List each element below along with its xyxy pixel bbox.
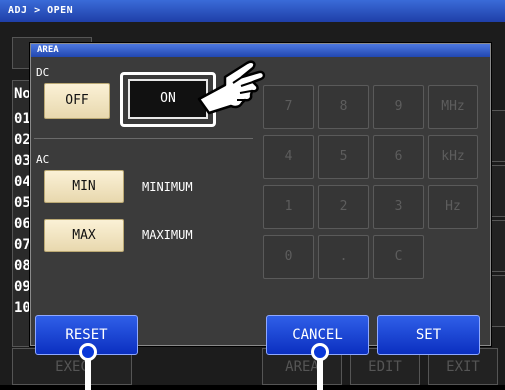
keypad-khz: kHz bbox=[428, 135, 478, 179]
dc-off-button[interactable]: OFF bbox=[44, 83, 110, 119]
keypad-7: 7 bbox=[263, 85, 314, 129]
ac-max-button[interactable]: MAX bbox=[44, 219, 124, 252]
keypad-0: 0 bbox=[263, 235, 314, 279]
section-divider bbox=[34, 138, 253, 139]
keypad-1: 1 bbox=[263, 185, 314, 229]
keypad-clear: C bbox=[373, 235, 424, 279]
callout-marker-cancel bbox=[311, 343, 329, 361]
keypad-hz: Hz bbox=[428, 185, 478, 229]
callout-marker-reset bbox=[79, 343, 97, 361]
set-button[interactable]: SET bbox=[377, 315, 480, 355]
pointing-hand-icon bbox=[197, 60, 266, 115]
keypad-2: 2 bbox=[318, 185, 369, 229]
ac-max-description: MAXIMUM bbox=[142, 228, 193, 242]
keypad-8: 8 bbox=[318, 85, 369, 129]
keypad-6: 6 bbox=[373, 135, 424, 179]
ac-min-description: MINIMUM bbox=[142, 180, 193, 194]
keypad-9: 9 bbox=[373, 85, 424, 129]
keypad-4: 4 bbox=[263, 135, 314, 179]
ac-min-button[interactable]: MIN bbox=[44, 170, 124, 203]
keypad-5: 5 bbox=[318, 135, 369, 179]
breadcrumb: ADJ > OPEN bbox=[0, 0, 505, 22]
keypad-decimal: . bbox=[318, 235, 369, 279]
keypad-mhz: MHz bbox=[428, 85, 478, 129]
keypad-3: 3 bbox=[373, 185, 424, 229]
dc-section-label: DC bbox=[36, 66, 50, 79]
ac-section-label: AC bbox=[36, 153, 50, 166]
